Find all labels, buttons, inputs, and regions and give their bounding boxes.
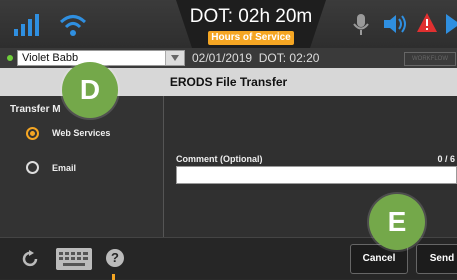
hours-of-service-badge: Hours of Service: [208, 31, 294, 45]
alert-icon[interactable]: [416, 12, 438, 34]
online-status-icon: [7, 55, 13, 61]
close-icon[interactable]: [446, 14, 457, 34]
wifi-icon: [59, 15, 87, 36]
help-icon[interactable]: ?: [106, 249, 124, 267]
send-button[interactable]: Send: [416, 244, 457, 274]
transfer-method-panel: Transfer M Web Services Email: [0, 96, 164, 237]
current-date: 02/01/2019: [192, 51, 253, 65]
comment-label: Comment (Optional): [176, 154, 263, 164]
callout-d-badge: D: [62, 62, 118, 118]
email-label[interactable]: Email: [52, 163, 76, 173]
chevron-down-icon[interactable]: [165, 51, 184, 65]
refresh-icon[interactable]: [22, 250, 40, 268]
driver-name: Violet Babb: [22, 52, 79, 64]
keyboard-icon[interactable]: [56, 248, 92, 270]
comment-input[interactable]: [176, 166, 457, 184]
web-services-radio[interactable]: [26, 127, 39, 140]
driver-row: Violet Babb 02/01/2019 DOT: 02:20 WORKFL…: [0, 48, 457, 68]
callout-e-badge: E: [369, 194, 425, 250]
web-services-label[interactable]: Web Services: [52, 128, 110, 138]
dot-clock: DOT: 02h 20m: [189, 6, 313, 27]
speaker-icon[interactable]: [382, 13, 408, 35]
active-indicator: [112, 274, 115, 280]
comment-char-count: 0 / 6: [437, 154, 455, 164]
status-bar: DOT: 02h 20m Hours of Service: [0, 0, 457, 48]
microphone-icon[interactable]: [352, 14, 370, 36]
hos-banner[interactable]: DOT: 02h 20m Hours of Service: [176, 0, 326, 48]
dot-time: DOT: 02:20: [258, 51, 320, 65]
email-radio[interactable]: [26, 161, 39, 174]
signal-icon: [14, 14, 39, 36]
date-time: 02/01/2019 DOT: 02:20: [192, 51, 319, 65]
workflow-button[interactable]: WORKFLOW: [404, 52, 456, 66]
transfer-method-label: Transfer M: [10, 104, 61, 115]
